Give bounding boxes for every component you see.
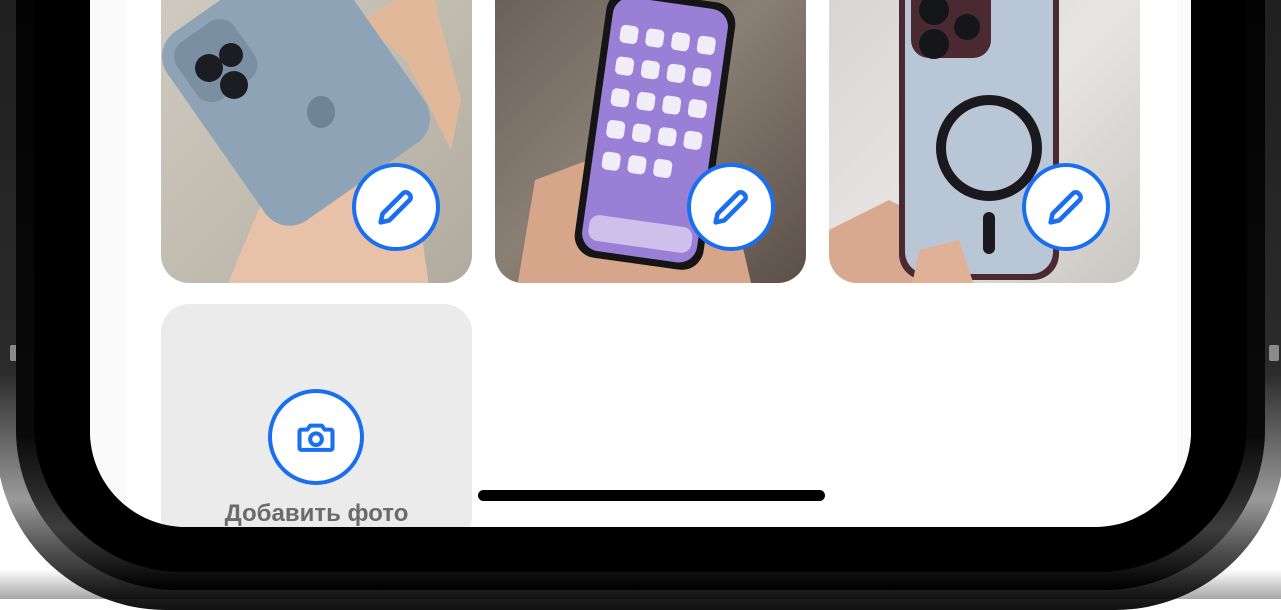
camera-icon [297, 423, 335, 452]
edit-photo-button-2[interactable] [687, 163, 775, 251]
photo-tile-2[interactable] [495, 0, 806, 283]
pencil-icon [378, 190, 413, 225]
edit-photo-button-3[interactable] [1022, 163, 1110, 251]
home-indicator[interactable] [478, 490, 825, 501]
pencil-icon [1048, 190, 1083, 225]
screen-left-gutter [90, 0, 126, 527]
side-button-right [1269, 345, 1279, 361]
photo-tile-1[interactable] [161, 0, 472, 283]
screen-right-gutter [1177, 0, 1191, 527]
add-photo-button[interactable] [268, 389, 364, 485]
add-photo-tile[interactable]: Добавить фото [161, 304, 472, 527]
photo-tile-3[interactable] [829, 0, 1140, 283]
photo-image-1 [162, 0, 461, 283]
edit-photo-button-1[interactable] [352, 163, 440, 251]
phone-screen: Добавить фото [90, 0, 1191, 527]
pencil-icon [713, 190, 748, 225]
add-photo-label: Добавить фото [224, 500, 409, 527]
frame-bottom-shadow [0, 569, 1281, 599]
